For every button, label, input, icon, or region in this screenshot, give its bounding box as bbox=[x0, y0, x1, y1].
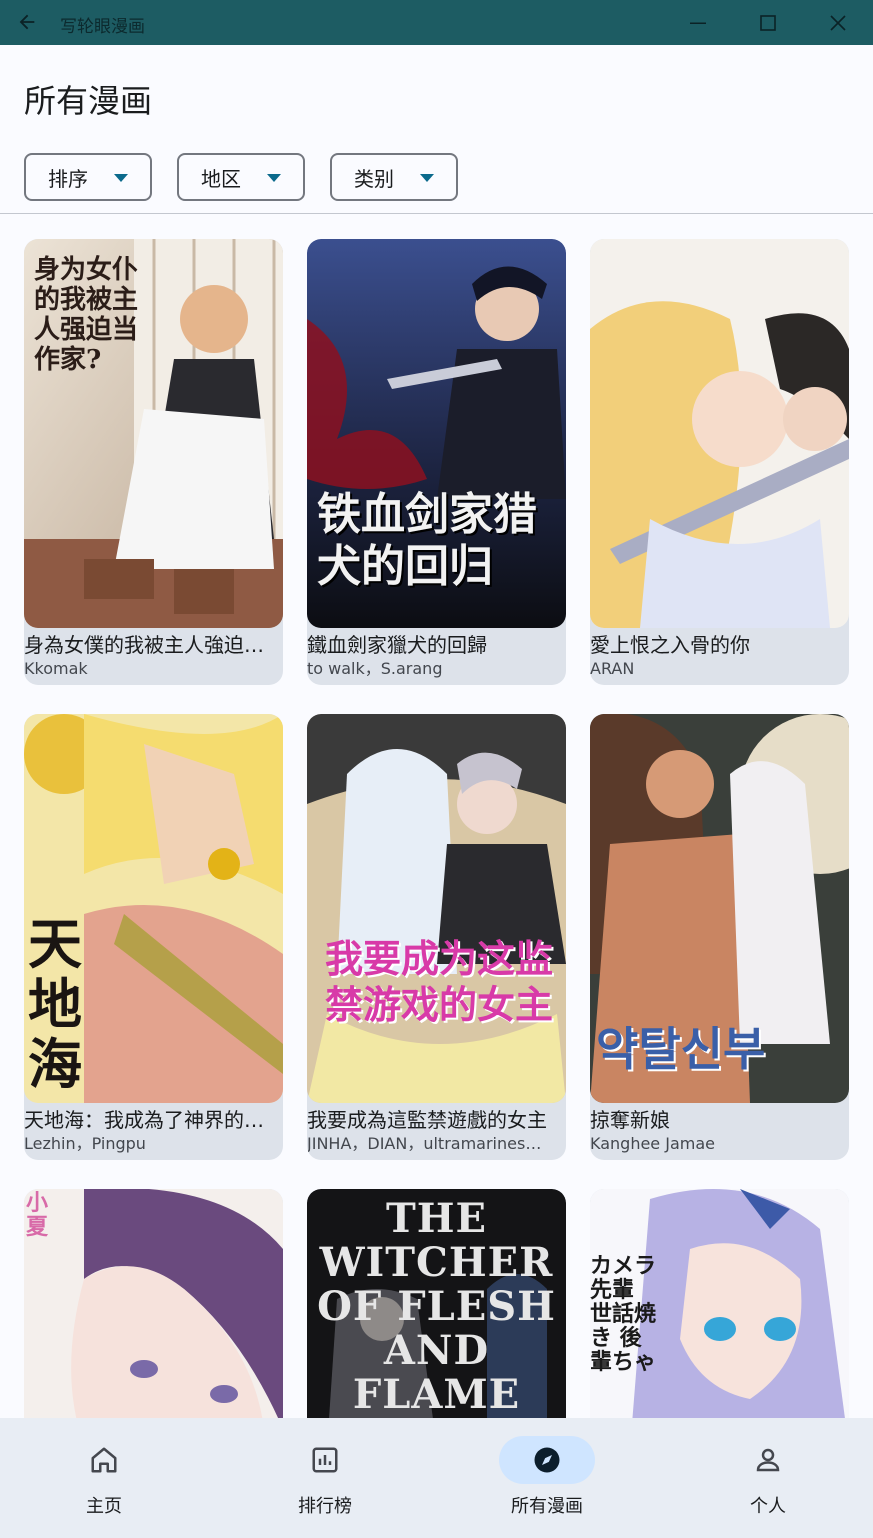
comic-title: 鐵血劍家獵犬的回歸 bbox=[307, 633, 487, 657]
comic-card[interactable]: 약탈신부 掠奪新娘 Kanghee Jamae bbox=[590, 714, 849, 1160]
filter-bar: 排序 地区 类别 bbox=[24, 153, 458, 201]
comic-cover[interactable]: カメラ先輩 世話焼き 後輩ちゃ bbox=[590, 1189, 849, 1419]
comic-cover[interactable]: 약탈신부 bbox=[590, 714, 849, 1103]
region-dropdown-label: 地区 bbox=[201, 166, 241, 191]
cover-title-text: カメラ先輩 世話焼き 後輩ちゃ bbox=[590, 1254, 657, 1375]
person-icon[interactable] bbox=[720, 1436, 816, 1484]
page-title: 所有漫画 bbox=[24, 82, 153, 120]
nav-all-comics[interactable]: 所有漫画 bbox=[483, 1418, 643, 1538]
comic-title: 愛上恨之入骨的你 bbox=[590, 633, 750, 657]
category-dropdown-label: 类别 bbox=[354, 166, 394, 191]
comic-card[interactable]: 铁血剑家猎犬的回归 鐵血劍家獵犬的回歸 to walk，S.arang bbox=[307, 239, 566, 685]
nav-profile-label: 个人 bbox=[750, 1496, 786, 1517]
cover-title-text: 약탈신부 bbox=[596, 1022, 766, 1076]
nav-home[interactable]: 主页 bbox=[40, 1418, 200, 1538]
comic-author: ARAN bbox=[590, 659, 635, 678]
comic-grid: 身为女仆的我被主人强迫当作家? 身為女僕的我被主人強迫… Kkomak 铁血剑家… bbox=[24, 239, 850, 1419]
dropdown-arrow-icon bbox=[114, 174, 128, 182]
dropdown-arrow-icon bbox=[420, 174, 434, 182]
nav-home-label: 主页 bbox=[86, 1496, 122, 1517]
nav-profile[interactable]: 个人 bbox=[704, 1418, 864, 1538]
comic-author: Kkomak bbox=[24, 659, 88, 678]
region-dropdown[interactable]: 地区 bbox=[177, 153, 305, 201]
arrow-back-icon[interactable] bbox=[14, 9, 40, 35]
explore-icon[interactable] bbox=[499, 1436, 595, 1484]
cover-title-text: THE WITCHER OF FLESH AND FLAME bbox=[317, 1195, 556, 1418]
minimize-icon[interactable] bbox=[683, 8, 713, 38]
category-dropdown[interactable]: 类别 bbox=[330, 153, 458, 201]
sort-dropdown[interactable]: 排序 bbox=[24, 153, 152, 201]
header-divider bbox=[0, 213, 873, 214]
comic-card[interactable]: THE WITCHER OF FLESH AND FLAME bbox=[307, 1189, 566, 1419]
comic-title: 掠奪新娘 bbox=[590, 1108, 670, 1132]
comic-card[interactable]: 愛上恨之入骨的你 ARAN bbox=[590, 239, 849, 685]
comic-cover[interactable] bbox=[590, 239, 849, 628]
comic-cover[interactable]: 铁血剑家猎犬的回归 bbox=[307, 239, 566, 628]
comic-title: 我要成為這監禁遊戲的女主 bbox=[307, 1108, 547, 1132]
window-title: 写轮眼漫画 bbox=[60, 17, 145, 37]
comic-author: Kanghee Jamae bbox=[590, 1134, 715, 1153]
comic-card[interactable]: 天地海 天地海：我成為了神界的… Lezhin，Pingpu bbox=[24, 714, 283, 1160]
bottom-navigation: 主页 排行榜 所有漫画 个人 bbox=[0, 1418, 873, 1538]
nav-leaderboard-label: 排行榜 bbox=[298, 1496, 352, 1517]
home-icon[interactable] bbox=[56, 1436, 152, 1484]
comic-card[interactable]: カメラ先輩 世話焼き 後輩ちゃ bbox=[590, 1189, 849, 1419]
comic-cover[interactable]: 天地海 bbox=[24, 714, 283, 1103]
comic-cover[interactable]: 小夏 bbox=[24, 1189, 283, 1419]
nav-leaderboard[interactable]: 排行榜 bbox=[261, 1418, 421, 1538]
comic-author: to walk，S.arang bbox=[307, 659, 443, 678]
comic-author: Lezhin，Pingpu bbox=[24, 1134, 146, 1153]
cover-title-text: 身为女仆的我被主人强迫当作家? bbox=[34, 255, 139, 375]
comic-card[interactable]: 小夏 bbox=[24, 1189, 283, 1419]
comic-cover[interactable]: THE WITCHER OF FLESH AND FLAME bbox=[307, 1189, 566, 1419]
comic-cover[interactable]: 我要成为这监禁游戏的女主 bbox=[307, 714, 566, 1103]
title-bar: 写轮眼漫画 bbox=[0, 0, 873, 45]
comic-title: 身為女僕的我被主人強迫… bbox=[24, 633, 264, 657]
cover-title-text: 天地海 bbox=[28, 912, 82, 1096]
cover-title-text: 小夏 bbox=[26, 1190, 49, 1240]
leaderboard-icon[interactable] bbox=[277, 1436, 373, 1484]
nav-all-comics-label: 所有漫画 bbox=[511, 1496, 583, 1517]
dropdown-arrow-icon bbox=[267, 174, 281, 182]
comic-card[interactable]: 我要成为这监禁游戏的女主 我要成為這監禁遊戲的女主 JINHA，DIAN，ult… bbox=[307, 714, 566, 1160]
cover-title-text: 铁血剑家猎犬的回归 bbox=[317, 489, 537, 592]
comic-cover[interactable]: 身为女仆的我被主人强迫当作家? bbox=[24, 239, 283, 628]
cover-title-text: 我要成为这监禁游戏的女主 bbox=[325, 936, 554, 1027]
close-icon[interactable] bbox=[823, 8, 853, 38]
comic-card[interactable]: 身为女仆的我被主人强迫当作家? 身為女僕的我被主人強迫… Kkomak bbox=[24, 239, 283, 685]
sort-dropdown-label: 排序 bbox=[48, 166, 88, 191]
comic-author: JINHA，DIAN，ultramarines… bbox=[307, 1134, 542, 1153]
maximize-icon[interactable] bbox=[753, 8, 783, 38]
comic-title: 天地海：我成為了神界的… bbox=[24, 1108, 264, 1132]
